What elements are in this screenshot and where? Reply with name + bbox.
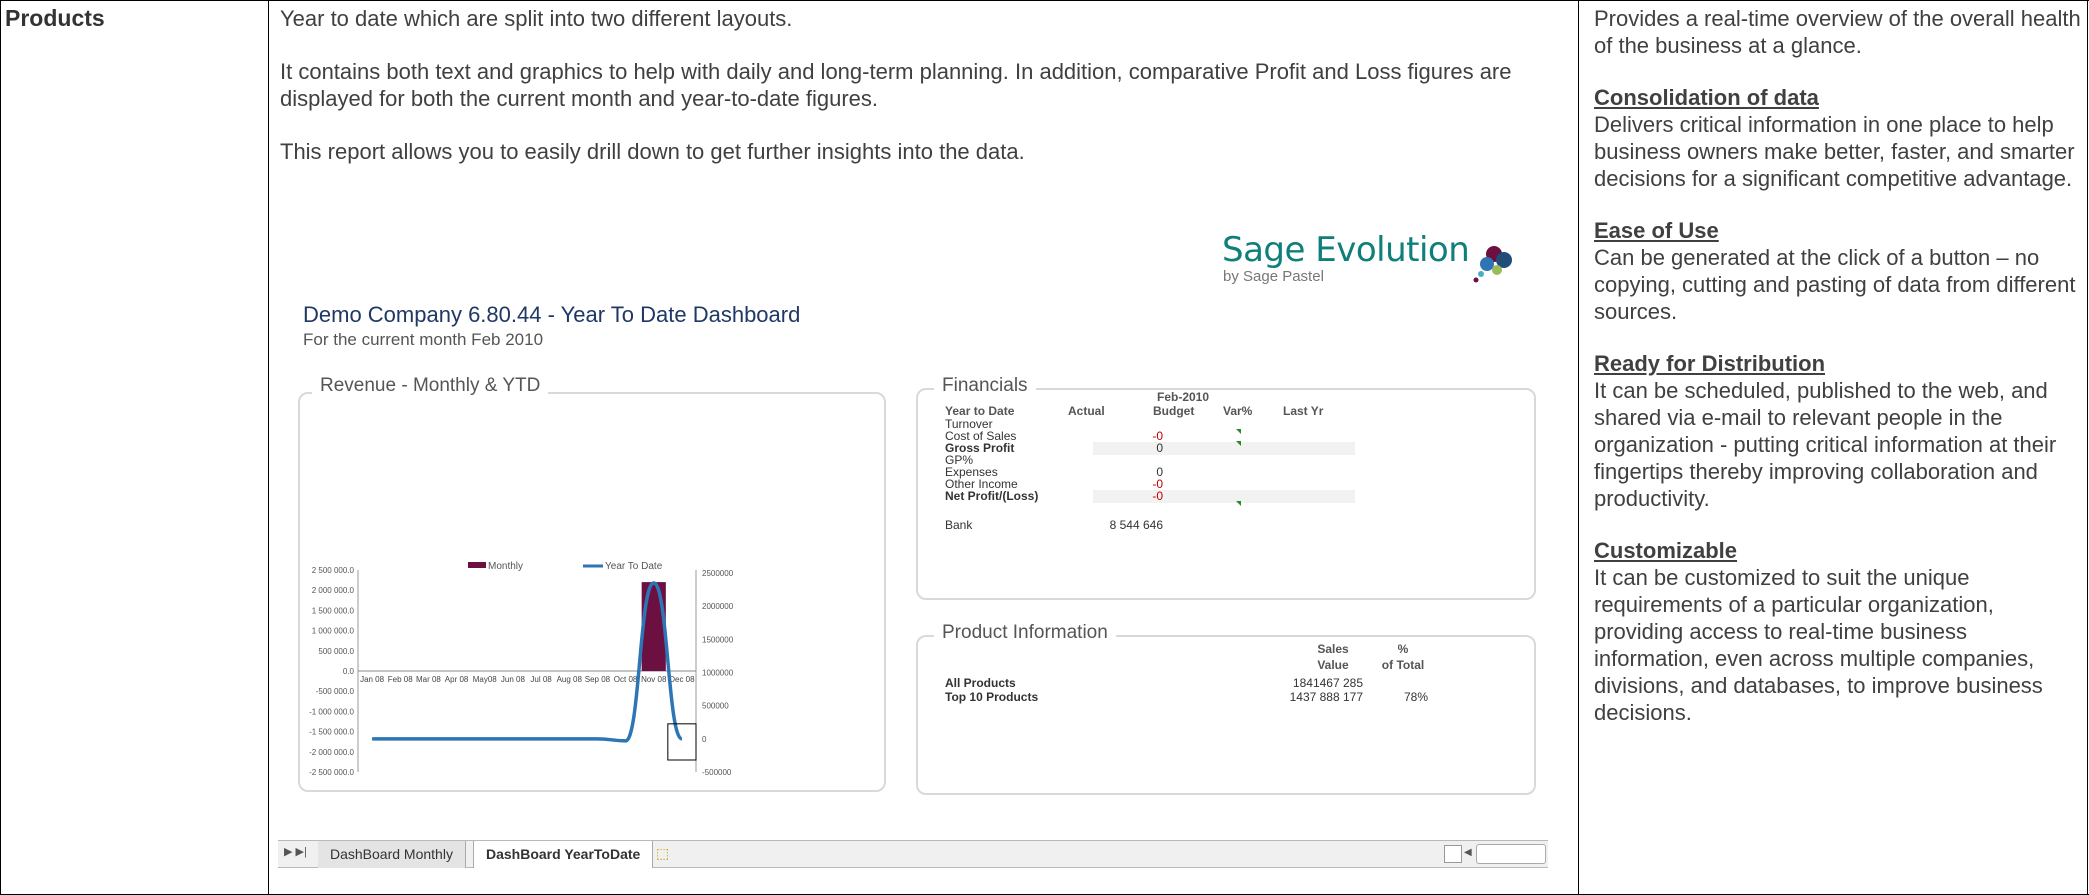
table-border-right [2087,1,2088,895]
sheet-tab-bar: ▶ ▶| DashBoard Monthly DashBoard YearToD… [278,840,1548,868]
financials-period: Feb-2010 [1156,390,1210,404]
y-tick-label-right: 2000000 [702,602,734,611]
tab-scroll-arrows-icon[interactable]: ▶ ▶| [284,845,307,858]
y-tick-label-left: -2 500 000.0 [309,768,354,777]
y-tick-label-right: 500000 [702,702,729,711]
description-paragraph: Year to date which are split into two di… [280,6,793,31]
product-panel-title: Product Information [934,622,1116,644]
logo-subtext: by Sage Pastel [1223,268,1324,285]
revenue-chart: 2 500 000.0 2 000 000.0 1 500 000.0 1 000 0… [309,561,734,777]
financials-row-actual: 0 [1156,441,1163,455]
y-tick-label-left: -1 000 000.0 [309,707,354,716]
legend-label-monthly: Monthly [488,561,523,572]
product-row-value: 1437 888 177 [1289,690,1363,704]
comment-indicator-icon [1236,501,1241,506]
y-tick-label-left: 1 000 000.0 [312,627,355,636]
legend-label-ytd: Year To Date [605,561,663,572]
y-tick-label-left: 1 500 000.0 [312,606,355,615]
selection-box [667,723,697,761]
product-panel [916,635,1536,795]
y-tick-label-right: -500000 [702,768,732,777]
product-header-pct: % [1397,642,1409,656]
description-cell: Year to date which are split into two di… [280,5,1570,191]
horizontal-scrollbar[interactable] [1476,844,1546,864]
scroll-split-icon[interactable] [1444,845,1462,863]
financials-panel-title: Financials [934,375,1036,397]
scroll-left-icon[interactable]: ◀ [1464,847,1472,858]
sage-logo: Sage Evolution by Sage Pastel [1222,230,1470,285]
financials-row-label: Net Profit/(Loss) [945,489,1039,503]
benefit-text: Can be generated at the click of a butto… [1594,245,2076,324]
y-tick-label-left: 2 500 000.0 [312,566,355,575]
y-tick-label-left: -2 000 000.0 [309,748,354,757]
benefit-text: It can be scheduled, published to the we… [1594,378,2057,511]
table-column-divider [1578,1,1579,895]
y-tick-label-left: 2 000 000.0 [312,586,355,595]
insert-sheet-icon[interactable]: ⬚ [656,845,669,862]
financials-bank-value: 8 544 646 [1109,518,1163,532]
legend-swatch-monthly [468,562,486,568]
product-row-pct: 78% [1403,690,1428,704]
dashboard-screenshot: Sage Evolution by Sage Pastel Demo Compa… [278,230,1548,870]
tab-dashboard-yeartodate[interactable]: DashBoard YearToDate [473,841,654,868]
x-tick-label: Jun 08 [501,675,526,684]
x-tick-label: Jan 08 [360,675,385,684]
financials-header: Budget [1153,404,1195,418]
y-tick-label-right: 2500000 [702,569,734,578]
benefit-text: It can be customized to suit the unique … [1594,565,2043,725]
x-tick-label: Dec 08 [669,675,695,684]
benefit-heading: Ease of Use [1594,218,1719,243]
revenue-panel-title: Revenue - Monthly & YTD [312,375,549,397]
y-tick-label-left: 500 000.0 [318,647,354,656]
monthly-bar [641,582,666,671]
product-row-label[interactable]: Top 10 Products [945,690,1038,704]
table-border-left [0,1,1,895]
x-tick-label: May08 [473,675,498,684]
benefit-heading: Customizable [1594,538,1738,563]
y-tick-label-left: -500 000.0 [316,687,355,696]
x-tick-label: Apr 08 [445,675,469,684]
tab-dashboard-monthly[interactable]: DashBoard Monthly [318,841,466,868]
x-tick-label: Mar 08 [416,675,441,684]
x-tick-label: Jul 08 [530,675,552,684]
financials-header: Last Yr [1283,404,1324,418]
y-tick-label-right: 1000000 [702,669,734,678]
product-row-label[interactable]: All Products [945,676,1016,690]
financials-bank-label: Bank [945,518,973,532]
x-tick-label: Oct 08 [614,675,638,684]
logo-text: Sage Evolution [1222,230,1470,270]
benefit-heading: Ready for Distribution [1594,351,1826,376]
y-tick-label-right: 0 [702,735,707,744]
y-tick-label-left: -1 500 000.0 [309,728,354,737]
y-tick-label-right: 1500000 [702,635,734,644]
comment-indicator-icon [1236,441,1241,446]
dashboard-subtitle: For the current month Feb 2010 [303,330,544,349]
x-tick-label: Sep 08 [585,675,611,684]
description-paragraph: This report allows you to easily drill d… [280,139,1025,164]
financials-row-actual: -0 [1152,489,1163,503]
benefits-cell: Provides a real-time overview of the ove… [1594,5,2084,726]
product-header-of-total: of Total [1381,658,1425,672]
product-header-sales: Sales [1317,642,1349,656]
financials-header: Year to Date [945,404,1015,418]
y-tick-label-left: 0.0 [343,667,355,676]
benefits-intro: Provides a real-time overview of the ove… [1594,6,2081,58]
financials-header: Actual [1068,404,1105,418]
sage-logo-icon [1473,246,1512,283]
product-header-value: Value [1317,658,1349,672]
benefit-text: Delivers critical information in one pla… [1594,112,2075,191]
ytd-line [372,581,684,743]
x-tick-label: Aug 08 [557,675,583,684]
table-column-divider [268,1,269,895]
x-tick-label: Feb 08 [388,675,413,684]
x-tick-label: Nov 08 [641,675,667,684]
row-label: Products [5,5,105,31]
comment-indicator-icon [1236,429,1241,434]
dashboard-title: Demo Company 6.80.44 - Year To Date Dash… [303,302,801,327]
product-row-value: 1841467 285 [1292,676,1363,690]
benefit-heading: Consolidation of data [1594,85,1819,110]
description-paragraph: It contains both text and graphics to he… [280,59,1512,111]
financials-header: Var% [1223,404,1253,418]
